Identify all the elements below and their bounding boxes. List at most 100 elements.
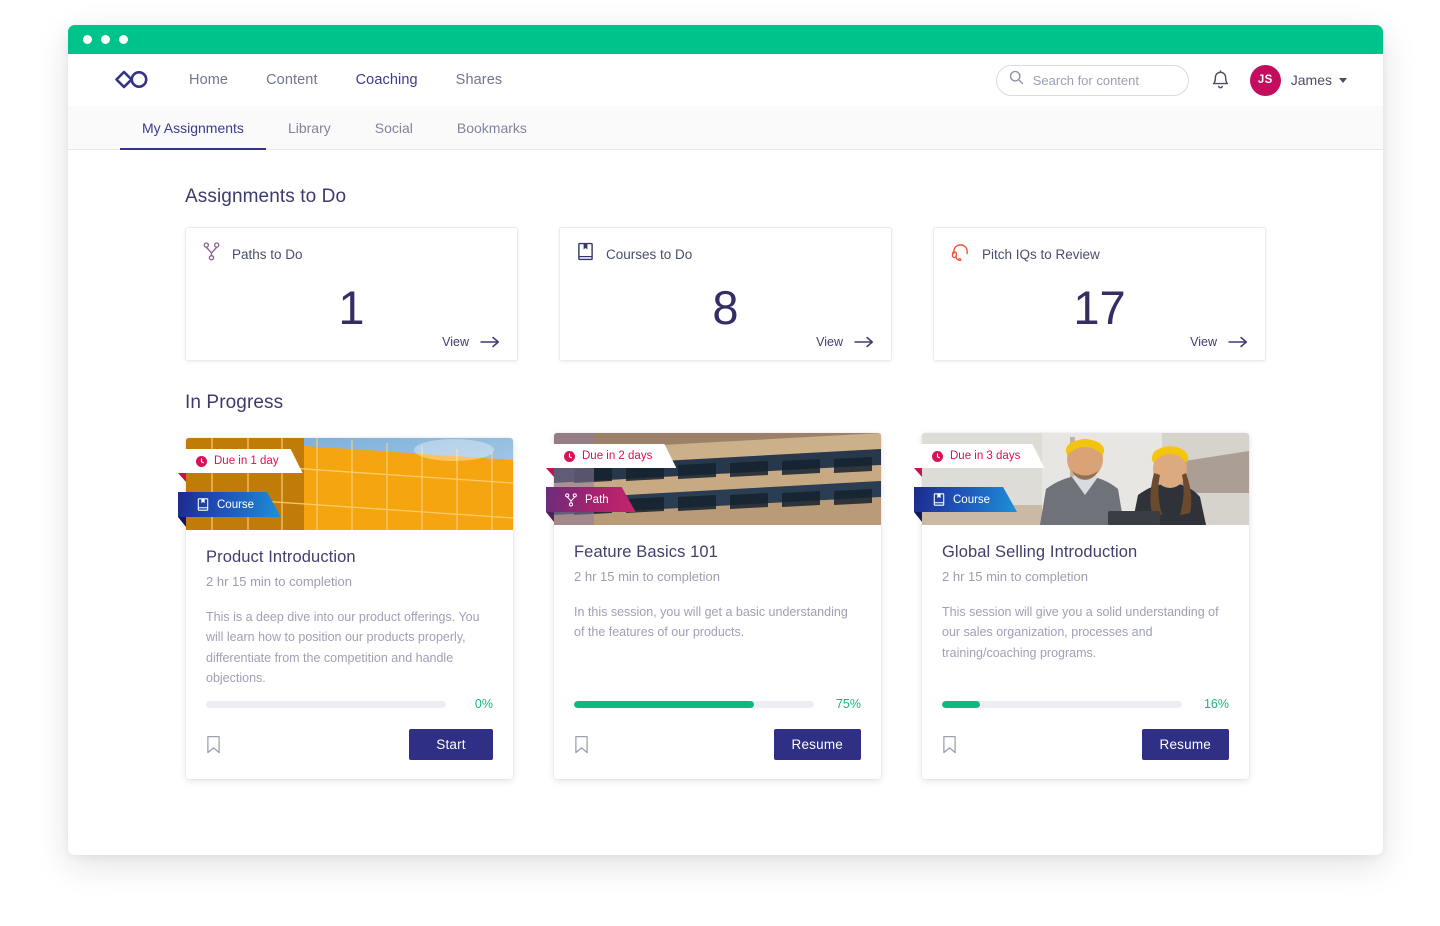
- stat-card-view-link[interactable]: View: [1190, 335, 1248, 349]
- arrow-right-icon: [480, 336, 500, 348]
- bookmark-icon[interactable]: [574, 735, 589, 754]
- card-title: Product Introduction: [206, 548, 493, 567]
- card-footer: Resume: [554, 711, 881, 779]
- progress-bar: [942, 701, 1182, 708]
- sub-navigation-tabs: My Assignments Library Social Bookmarks: [68, 106, 1383, 150]
- progress-label: 75%: [827, 697, 861, 711]
- tab-library[interactable]: Library: [266, 106, 353, 149]
- due-ribbon-tail: [914, 468, 922, 477]
- card-thumbnail: Due in 3 days Course: [922, 433, 1249, 525]
- in-progress-card[interactable]: Due in 1 day Course: [186, 438, 513, 779]
- card-thumbnail: Due in 1 day Course: [186, 438, 513, 530]
- browser-window: Home Content Coaching Shares: [68, 25, 1383, 855]
- infinity-logo[interactable]: [112, 68, 152, 92]
- search-icon: [1009, 70, 1024, 90]
- type-badge-label: Path: [585, 494, 609, 506]
- due-badge: Due in 1 day: [178, 449, 303, 473]
- in-progress-card[interactable]: Due in 2 days Path: [554, 433, 881, 779]
- chevron-down-icon: [1339, 78, 1347, 83]
- resume-button[interactable]: Resume: [1142, 729, 1229, 760]
- stat-card-view-link[interactable]: View: [442, 335, 500, 349]
- book-icon: [933, 493, 945, 506]
- window-close-dot[interactable]: [83, 35, 92, 44]
- card-description: This session will give you a solid under…: [942, 602, 1229, 684]
- stat-card-paths[interactable]: Paths to Do 1 View: [185, 227, 518, 361]
- progress-row: 0%: [186, 697, 513, 711]
- type-ribbon-tail: [178, 517, 186, 527]
- card-description: This is a deep dive into our product off…: [206, 607, 493, 689]
- assignments-section-title: Assignments to Do: [185, 186, 1383, 208]
- tab-bookmarks[interactable]: Bookmarks: [435, 106, 549, 149]
- start-button[interactable]: Start: [409, 729, 493, 760]
- stat-card-label: Pitch IQs to Review: [982, 247, 1100, 262]
- main-nav-links: Home Content Coaching Shares: [170, 72, 521, 88]
- progress-bar-fill: [574, 701, 754, 708]
- type-badge-label: Course: [217, 499, 254, 511]
- due-ribbon-tail: [546, 468, 554, 477]
- in-progress-section-title: In Progress: [185, 392, 1383, 414]
- nav-item-coaching[interactable]: Coaching: [337, 72, 437, 88]
- stat-card-view-link[interactable]: View: [816, 335, 874, 349]
- tab-my-assignments[interactable]: My Assignments: [120, 106, 266, 149]
- main-content: Assignments to Do Paths to Do 1: [68, 150, 1383, 855]
- nav-item-home[interactable]: Home: [170, 72, 247, 88]
- type-badge-path: Path: [546, 487, 636, 512]
- card-duration: 2 hr 15 min to completion: [574, 569, 861, 584]
- book-icon: [197, 498, 209, 511]
- view-label: View: [1190, 335, 1217, 349]
- bookmark-icon[interactable]: [206, 735, 221, 754]
- due-badge-label: Due in 1 day: [214, 455, 279, 467]
- progress-label: 16%: [1195, 697, 1229, 711]
- progress-row: 16%: [922, 697, 1249, 711]
- view-label: View: [816, 335, 843, 349]
- book-icon: [577, 242, 594, 266]
- type-ribbon-tail: [546, 512, 554, 522]
- bell-icon[interactable]: [1211, 70, 1230, 91]
- assignments-stat-row: Paths to Do 1 View: [185, 227, 1383, 361]
- type-badge-label: Course: [953, 494, 990, 506]
- progress-bar: [206, 701, 446, 708]
- type-badge-course: Course: [178, 492, 281, 517]
- arrow-right-icon: [854, 336, 874, 348]
- card-body: Global Selling Introduction 2 hr 15 min …: [922, 525, 1249, 689]
- due-badge: Due in 3 days: [914, 444, 1044, 468]
- stat-card-header: Pitch IQs to Review: [951, 242, 1248, 266]
- card-title: Feature Basics 101: [574, 543, 861, 562]
- due-badge-label: Due in 2 days: [582, 450, 652, 462]
- user-menu[interactable]: James: [1291, 72, 1347, 88]
- tab-social[interactable]: Social: [353, 106, 435, 149]
- window-maximize-dot[interactable]: [119, 35, 128, 44]
- clock-icon: [932, 451, 943, 462]
- stat-card-courses[interactable]: Courses to Do 8 View: [559, 227, 892, 361]
- card-title: Global Selling Introduction: [942, 543, 1229, 562]
- search-input[interactable]: [1033, 73, 1176, 88]
- progress-bar: [574, 701, 814, 708]
- type-badge-course: Course: [914, 487, 1017, 512]
- card-duration: 2 hr 15 min to completion: [206, 574, 493, 589]
- card-thumbnail: Due in 2 days Path: [554, 433, 881, 525]
- window-minimize-dot[interactable]: [101, 35, 110, 44]
- card-body: Product Introduction 2 hr 15 min to comp…: [186, 530, 513, 689]
- arrow-right-icon: [1228, 336, 1248, 348]
- progress-label: 0%: [459, 697, 493, 711]
- resume-button[interactable]: Resume: [774, 729, 861, 760]
- card-footer: Start: [186, 711, 513, 779]
- progress-row: 75%: [554, 697, 881, 711]
- stat-card-label: Courses to Do: [606, 247, 692, 262]
- path-fork-icon: [565, 493, 577, 507]
- card-description: In this session, you will get a basic un…: [574, 602, 861, 684]
- avatar[interactable]: JS: [1250, 65, 1281, 96]
- nav-item-shares[interactable]: Shares: [437, 72, 522, 88]
- card-body: Feature Basics 101 2 hr 15 min to comple…: [554, 525, 881, 689]
- in-progress-card[interactable]: Due in 3 days Course: [922, 433, 1249, 779]
- type-ribbon-tail: [914, 512, 922, 522]
- nav-item-content[interactable]: Content: [247, 72, 337, 88]
- clock-icon: [564, 451, 575, 462]
- stat-card-header: Paths to Do: [203, 242, 500, 266]
- due-badge-label: Due in 3 days: [950, 450, 1020, 462]
- search-box[interactable]: [996, 65, 1189, 96]
- stat-card-pitch-iqs[interactable]: Pitch IQs to Review 17 View: [933, 227, 1266, 361]
- bookmark-icon[interactable]: [942, 735, 957, 754]
- card-footer: Resume: [922, 711, 1249, 779]
- user-name-label: James: [1291, 72, 1332, 88]
